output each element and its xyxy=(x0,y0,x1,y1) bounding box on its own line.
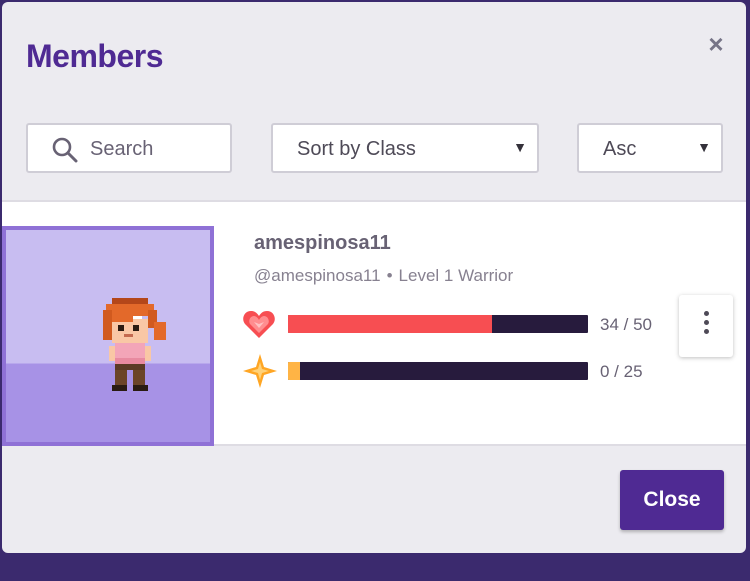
search-box[interactable] xyxy=(26,123,232,173)
mana-bar xyxy=(288,362,588,380)
mana-bar-fill xyxy=(288,362,300,380)
search-icon xyxy=(52,137,78,163)
sort-order-value: Asc xyxy=(603,138,637,160)
kebab-dot xyxy=(704,329,709,334)
kebab-dot xyxy=(704,320,709,325)
health-bar-fill xyxy=(288,315,492,333)
mana-value: 0 / 25 xyxy=(600,362,643,381)
close-icon[interactable]: × xyxy=(704,31,728,57)
chevron-down-icon: ▼ xyxy=(697,139,711,155)
star-icon xyxy=(243,354,277,388)
close-button[interactable]: Close xyxy=(620,470,724,530)
member-card: amespinosa11 @amespinosa11 • Level 1 Warri… xyxy=(2,200,746,446)
health-value: 34 / 50 xyxy=(600,315,652,334)
modal-title: Members xyxy=(26,38,164,74)
character-sprite-icon xyxy=(103,298,166,391)
member-handle: @amespinosa11 xyxy=(254,266,381,285)
member-level-class: Level 1 Warrior xyxy=(398,266,514,285)
health-bar xyxy=(288,315,588,333)
kebab-dot xyxy=(704,311,709,316)
more-options-button[interactable] xyxy=(679,295,733,357)
heart-icon xyxy=(243,311,275,338)
member-display-name[interactable]: amespinosa11 xyxy=(254,232,391,255)
search-input[interactable] xyxy=(88,135,222,163)
sort-by-value: Sort by Class xyxy=(297,138,416,160)
members-modal: Members × Sort by Class ▼ Asc ▼ xyxy=(2,2,746,553)
sort-by-select[interactable]: Sort by Class ▼ xyxy=(271,123,539,173)
sort-order-select[interactable]: Asc ▼ xyxy=(577,123,723,173)
member-subline: @amespinosa11 • Level 1 Warrior xyxy=(254,266,513,286)
chevron-down-icon: ▼ xyxy=(513,139,527,155)
avatar[interactable] xyxy=(2,226,214,446)
separator-dot: • xyxy=(386,266,393,285)
